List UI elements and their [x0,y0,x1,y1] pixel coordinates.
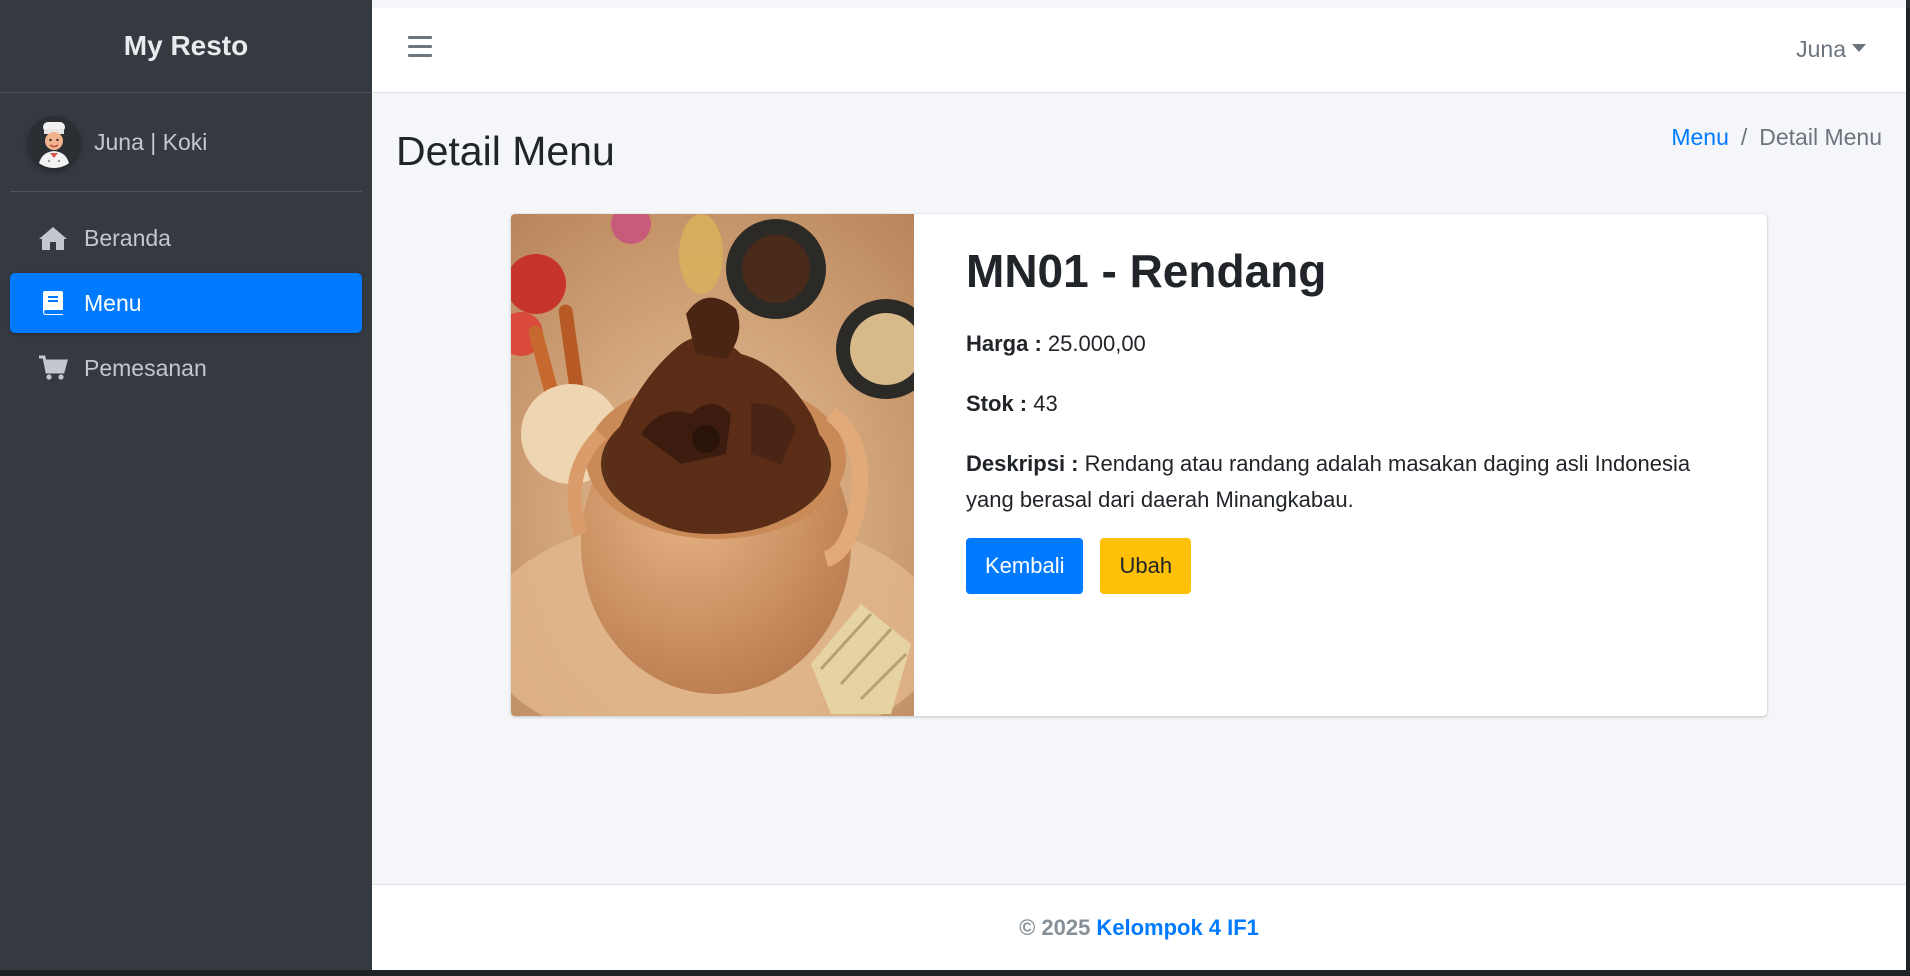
description-label: Deskripsi : [966,451,1079,476]
user-dropdown[interactable]: Juna [1796,36,1866,63]
hamburger-menu-icon[interactable] [408,36,432,58]
menu-detail-card: MN01 - Rendang Harga : 25.000,00 Stok : … [511,214,1767,716]
stock-label: Stok : [966,391,1028,416]
footer-link[interactable]: Kelompok 4 IF1 [1096,915,1259,941]
page-title: Detail Menu [396,128,615,174]
stock-value: 43 [1033,391,1058,416]
sidebar-item-beranda[interactable]: Beranda [10,208,362,268]
rendang-image [511,214,941,716]
top-navbar: Juna [372,8,1906,93]
sidebar-item-pemesanan[interactable]: Pemesanan [10,338,362,398]
chef-avatar [28,116,80,168]
footer: © 2025 Kelompok 4 IF1 [372,884,1906,970]
breadcrumb: Menu / Detail Menu [1671,124,1882,151]
menu-title: MN01 - Rendang [966,245,1327,297]
sidebar: My Resto Juna | Koki Beranda Menu Pemesa… [0,0,372,970]
main-content: Juna Detail Menu Menu / Detail Menu MN01… [372,0,1906,970]
sidebar-item-label: Beranda [84,224,171,251]
sidebar-nav: Beranda Menu Pemesanan [0,208,372,398]
action-buttons: Kembali Ubah [966,538,1726,594]
brand-title[interactable]: My Resto [0,0,372,93]
caret-down-icon [1852,43,1866,52]
user-panel: Juna | Koki [10,93,362,192]
stock-row: Stok : 43 [966,386,1726,422]
home-icon [38,223,68,253]
menu-detail-body: MN01 - Rendang Harga : 25.000,00 Stok : … [966,244,1726,594]
breadcrumb-separator: / [1740,124,1748,150]
edit-button[interactable]: Ubah [1100,538,1192,594]
breadcrumb-link-menu[interactable]: Menu [1671,124,1729,150]
price-value: 25.000,00 [1047,331,1146,356]
user-dropdown-label: Juna [1796,36,1846,62]
app-window: My Resto Juna | Koki Beranda Menu Pemesa… [0,0,1906,970]
sidebar-item-label: Pemesanan [84,354,207,381]
user-name-label[interactable]: Juna | Koki [94,129,207,156]
book-icon [38,288,68,318]
sidebar-item-menu[interactable]: Menu [10,273,362,333]
back-button[interactable]: Kembali [966,538,1084,594]
cart-icon [38,353,68,383]
price-row: Harga : 25.000,00 [966,326,1726,362]
sidebar-item-label: Menu [84,289,142,316]
breadcrumb-current: Detail Menu [1759,124,1882,150]
chef-avatar-icon [28,116,80,168]
footer-copyright: © 2025 [1019,914,1091,940]
price-label: Harga : [966,331,1042,356]
description-row: Deskripsi : Rendang atau randang adalah … [966,446,1726,518]
